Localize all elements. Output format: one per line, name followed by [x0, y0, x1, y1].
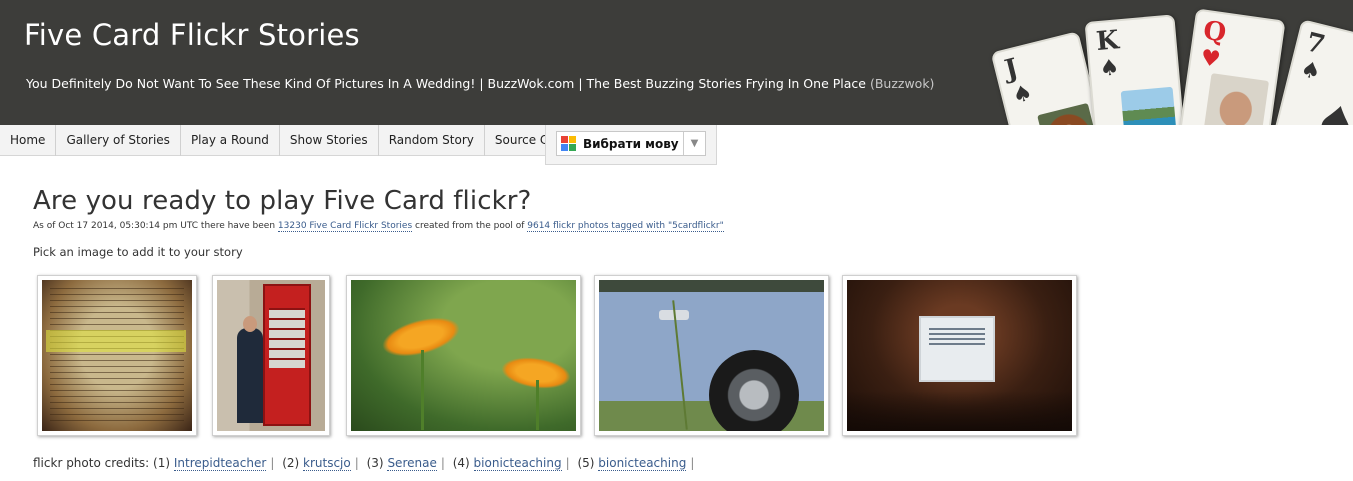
google-logo-icon — [561, 135, 577, 152]
photo-option-5[interactable] — [842, 275, 1077, 436]
credit-link-4[interactable]: bionicteaching — [473, 456, 562, 471]
site-tagline: You Definitely Do Not Want To See These … — [26, 76, 934, 91]
credit-num: (4) — [452, 456, 470, 470]
photo-credits: flickr photo credits: (1) Intrepidteache… — [33, 456, 698, 471]
heart-icon: ♥ — [1198, 45, 1222, 74]
nav-home[interactable]: Home — [0, 125, 57, 156]
nav-gallery-of-stories[interactable]: Gallery of Stories — [56, 125, 181, 156]
stats-line: As of Oct 17 2014, 05:30:14 pm UTC there… — [33, 221, 724, 232]
site-title[interactable]: Five Card Flickr Stories — [24, 18, 360, 52]
site-header: Five Card Flickr Stories You Definitely … — [0, 0, 1353, 125]
tagline-sep: | — [479, 76, 484, 91]
credit-link-5[interactable]: bionicteaching — [598, 456, 687, 471]
card-rank: J — [1001, 53, 1021, 86]
credit-separator: | — [565, 456, 570, 470]
photo-option-4[interactable] — [594, 275, 829, 436]
nav-show-stories[interactable]: Show Stories — [280, 125, 379, 156]
credit-num: (2) — [282, 456, 300, 470]
card-rank: Q — [1201, 15, 1228, 49]
translate-widget: Вибрати мову ▼ — [545, 125, 717, 165]
credit-link-3[interactable]: Serenae — [387, 456, 437, 471]
photo-option-2[interactable] — [212, 275, 330, 436]
language-select[interactable]: Вибрати мову ▼ — [556, 131, 706, 156]
credit-separator: | — [440, 456, 445, 470]
spade-icon: ♠ — [1098, 55, 1121, 82]
instruction-text: Pick an image to add it to your story — [33, 245, 243, 259]
puppy-photo-icon — [1037, 102, 1100, 125]
card-queen: Q ♥ — [1178, 8, 1286, 125]
stats-prefix: As of Oct 17 2014, 05:30:14 pm UTC there… — [33, 221, 276, 231]
tagline-part-1: You Definitely Do Not Want To See These … — [26, 76, 476, 91]
credit-link-2[interactable]: krutscjo — [303, 456, 351, 471]
credit-separator: | — [690, 456, 695, 470]
orange-flowers-photo — [351, 280, 576, 431]
man-photo-icon — [1203, 73, 1270, 125]
spade-icon: ♠ — [1009, 80, 1036, 110]
playing-cards-decoration: J ♠ K ♠ Q ♥ 7 ♠ ♠ — [975, 0, 1353, 125]
photos-count-link[interactable]: 9614 flickr photos tagged with "5cardfli… — [527, 221, 724, 232]
blue-car-photo — [599, 280, 824, 431]
spade-icon: ♠ — [1297, 56, 1324, 86]
tagline-part-3: The Best Buzzing Stories Frying In One P… — [586, 76, 866, 91]
credit-num: (5) — [577, 456, 595, 470]
language-select-label: Вибрати мову — [583, 136, 679, 151]
card-king: K ♠ — [1084, 14, 1186, 125]
tagline-part-2: BuzzWok.com — [487, 76, 575, 91]
stories-count-link[interactable]: 13230 Five Card Flickr Stories — [277, 221, 413, 232]
tagline-sep: | — [578, 76, 583, 91]
main-nav: Home Gallery of Stories Play a Round Sho… — [0, 125, 582, 156]
beach-photo-icon — [1120, 86, 1177, 125]
page-title: Are you ready to play Five Card flickr? — [33, 186, 532, 216]
credit-num: (1) — [153, 456, 171, 470]
tagline-source: (Buzzwok) — [869, 76, 935, 91]
photo-option-3[interactable] — [346, 275, 581, 436]
credit-separator: | — [354, 456, 359, 470]
credit-link-1[interactable]: Intrepidteacher — [173, 456, 267, 471]
credits-label: flickr photo credits: — [33, 456, 150, 470]
card-rank: K — [1094, 25, 1121, 58]
book-page-photo — [42, 280, 192, 431]
presentation-photo — [847, 280, 1072, 431]
credit-separator: | — [270, 456, 275, 470]
nav-random-story[interactable]: Random Story — [379, 125, 485, 156]
spade-icon: ♠ — [1308, 92, 1353, 125]
photo-option-1[interactable] — [37, 275, 197, 436]
credit-num: (3) — [366, 456, 384, 470]
nav-play-a-round[interactable]: Play a Round — [181, 125, 280, 156]
card-rank: 7 — [1303, 27, 1328, 61]
dropdown-arrow-icon: ▼ — [683, 132, 705, 155]
phone-box-photo — [217, 280, 325, 431]
stats-middle: created from the pool of — [415, 221, 525, 231]
